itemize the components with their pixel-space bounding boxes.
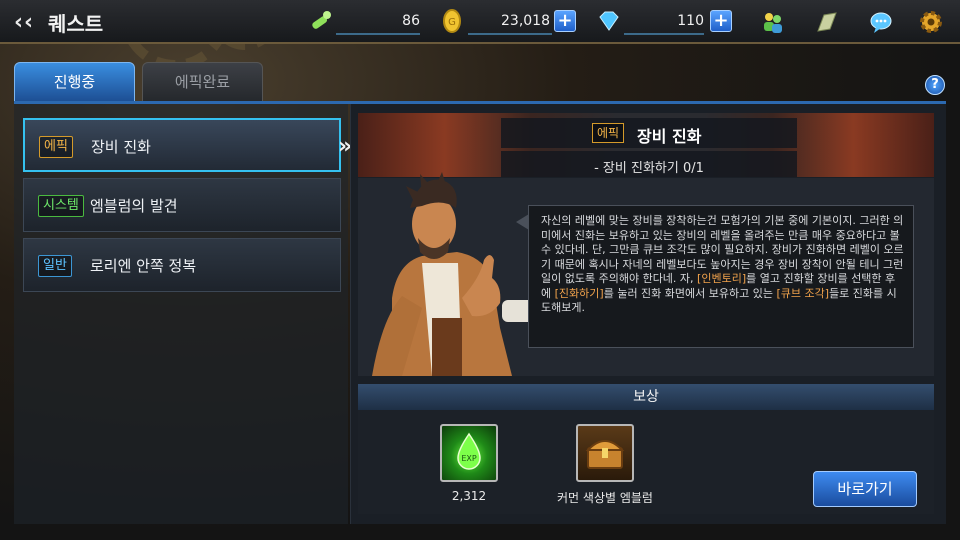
quest-item-equipment-evolution[interactable]: 에픽 장비 진화 (23, 118, 341, 172)
diamond-icon (599, 11, 619, 31)
gem-counter: 110 + (596, 7, 736, 35)
reward-emblem-label: 커먼 색상별 엠블럼 (557, 491, 653, 505)
dialogue-highlight-cube: [큐브 조각] (776, 286, 830, 300)
quest-name: 엠블럼의 발견 (90, 197, 178, 215)
stamina-icon (312, 11, 331, 29)
svg-text:EXP: EXP (461, 454, 477, 463)
gem-value: 110 (677, 13, 704, 29)
add-gold-button[interactable]: + (554, 10, 576, 32)
quest-name: 장비 진화 (91, 138, 151, 156)
notepad-icon[interactable] (814, 9, 840, 35)
npc-dialogue-box: 자신의 레벨에 맞는 장비를 장착하는건 모험가의 기본 중에 기본이지. 그러… (528, 205, 914, 348)
stamina-value: 86 (402, 13, 420, 29)
go-to-button[interactable]: 바로가기 (813, 471, 917, 507)
top-bar: ‹ ‹ 퀘스트 86 G 23,018 + 110 + (0, 0, 960, 44)
stamina-counter: 86 (308, 7, 420, 35)
treasure-chest-icon[interactable] (576, 424, 634, 482)
tab-epic-completed[interactable]: 에픽완료 (142, 62, 263, 102)
page-title: 퀘스트 (48, 12, 104, 36)
green-essence-icon[interactable]: EXP (440, 424, 498, 482)
quest-item-lorien-conquest[interactable]: 일반 로리엔 안쪽 정복 (23, 238, 341, 292)
gold-value: 23,018 (501, 13, 550, 29)
dialogue-highlight-inventory: [인벤토리] (697, 272, 747, 285)
quest-tag: 에픽 (39, 136, 73, 158)
npc-character (372, 172, 538, 376)
quest-item-emblem-discovery[interactable]: 시스템 엠블럼의 발견 (23, 178, 341, 232)
detail-quest-title: 장비 진화 (637, 127, 702, 146)
chat-icon[interactable] (868, 9, 894, 35)
add-gem-button[interactable]: + (710, 10, 732, 32)
help-button[interactable]: ? (925, 75, 945, 95)
quest-name: 로리엔 안쪽 정복 (90, 257, 197, 275)
detail-quest-tag: 에픽 (592, 123, 625, 143)
back-button[interactable]: ‹ ‹ (12, 6, 46, 36)
dialogue-text: 를 눌러 진화 화면에서 보유하고 있는 (603, 286, 773, 300)
quest-tag: 일반 (38, 255, 72, 277)
chevron-left-icon: ‹ (14, 10, 24, 35)
gear-icon[interactable] (918, 9, 944, 35)
tab-in-progress[interactable]: 진행중 (14, 62, 135, 102)
svg-text:G: G (448, 17, 456, 28)
chevron-left-icon: ‹ (24, 10, 34, 35)
quest-objective: - 장비 진화하기 0/1 (594, 161, 704, 176)
quest-tag: 시스템 (38, 195, 84, 217)
reward-heading: 보상 (358, 384, 934, 410)
reward-exp-label: 2,312 (451, 489, 487, 503)
friends-icon[interactable] (760, 9, 786, 35)
dialogue-highlight-evolve: [진화하기] (554, 286, 604, 300)
gold-counter: G 23,018 + (440, 7, 580, 35)
gold-coin-icon: G (443, 9, 461, 33)
